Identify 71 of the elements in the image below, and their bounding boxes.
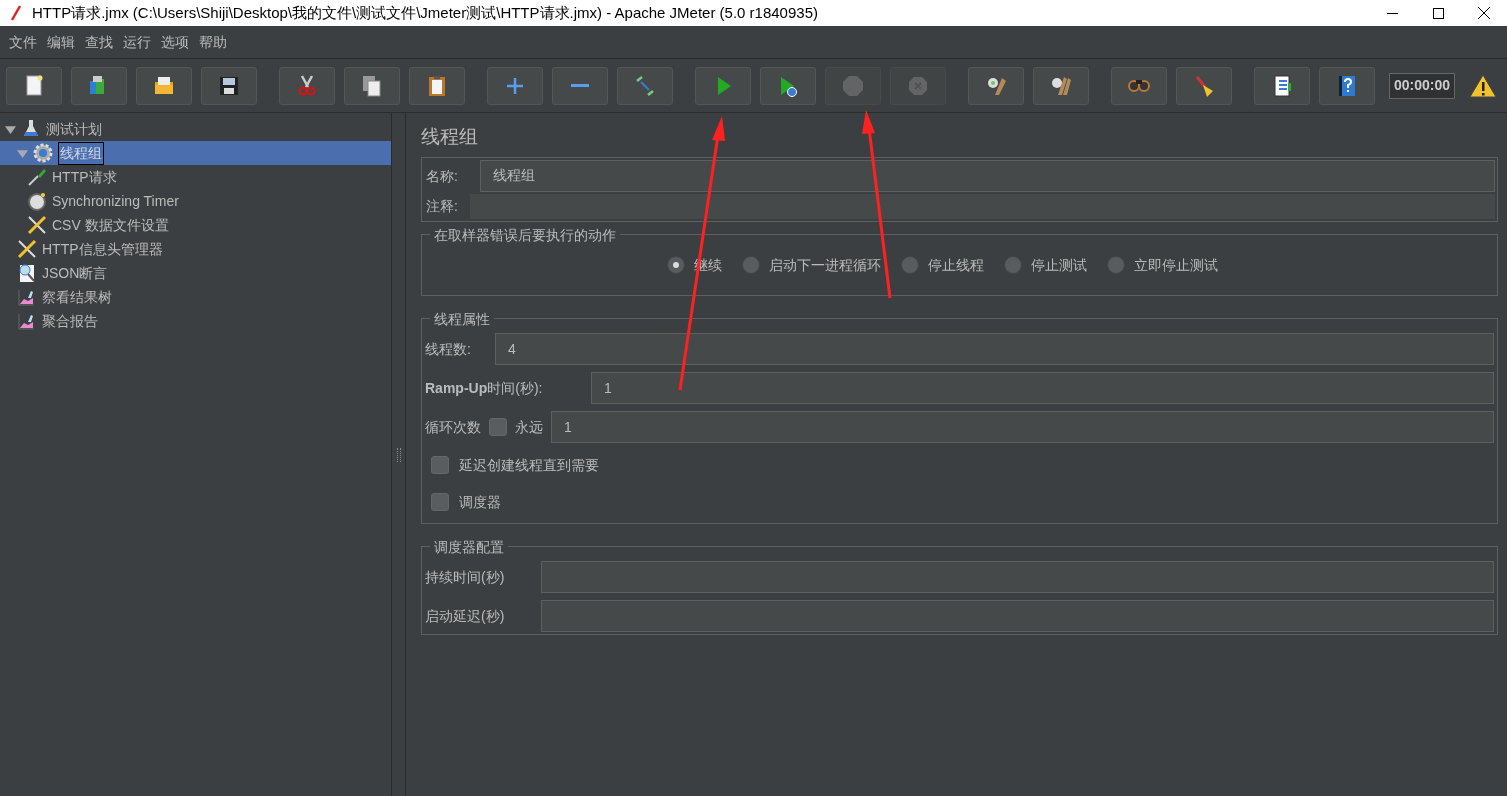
field-label: 名称:: [425, 166, 459, 186]
radio-button[interactable]: [1004, 256, 1022, 274]
field-label: 循环次数: [425, 417, 481, 437]
toolbar-button[interactable]: [1319, 66, 1375, 105]
wrench-icon: [16, 238, 38, 260]
radio-label: 立即停止测试: [1134, 255, 1218, 275]
expand-arrow-icon[interactable]: [16, 147, 28, 159]
toolbar-button[interactable]: [968, 66, 1024, 105]
magnifier-icon: [16, 262, 38, 284]
minus-icon: [571, 84, 589, 87]
menu-item[interactable]: 文件: [4, 31, 42, 53]
radio-label: 停止测试: [1031, 255, 1087, 275]
toolbar-button[interactable]: [1033, 66, 1089, 105]
stopwatch-icon: [26, 190, 48, 212]
toolbar-button[interactable]: [201, 66, 257, 105]
elapsed-timer: 00:00:00: [1389, 72, 1456, 99]
tree-item[interactable]: 察看结果树: [42, 286, 112, 308]
checkbox-label: 延迟创建线程直到需要: [459, 455, 599, 475]
tree-item[interactable]: JSON断言: [42, 262, 108, 284]
checkbox-label: 调度器: [459, 492, 501, 512]
panel-title: 线程组: [421, 125, 479, 149]
tree-item[interactable]: 测试计划: [46, 118, 102, 140]
pipette-icon: [26, 166, 48, 188]
field-label: 持续时间(秒): [425, 567, 506, 587]
threads-field[interactable]: 4: [495, 333, 1494, 365]
feather-icon: [8, 5, 24, 21]
wrench-icon: [26, 214, 48, 236]
field-label: 线程数:: [425, 339, 472, 359]
toolbar-button[interactable]: [409, 66, 465, 105]
menu-item[interactable]: 运行: [118, 31, 156, 53]
menu-item[interactable]: 查找: [80, 31, 118, 53]
field-label: 启动延迟(秒): [425, 606, 506, 626]
gear-icon: [32, 142, 54, 164]
menu-item[interactable]: 编辑: [42, 31, 80, 53]
menu-item[interactable]: 选项: [156, 31, 194, 53]
radio-label: 启动下一进程循环: [769, 255, 881, 275]
rampup-field[interactable]: 1: [591, 372, 1494, 404]
checkbox-label: 永远: [515, 417, 543, 437]
radio-button[interactable]: [742, 256, 760, 274]
checkbox[interactable]: [431, 493, 449, 511]
toolbar-button[interactable]: [1254, 66, 1310, 105]
radio-label: 停止线程: [928, 255, 984, 275]
expand-arrow-icon[interactable]: [4, 123, 16, 135]
toolbar-button[interactable]: [71, 66, 127, 105]
field-label: Ramp-Up时间(秒):: [425, 378, 544, 398]
name-field[interactable]: 线程组: [480, 160, 1495, 192]
toolbar-button[interactable]: [344, 66, 400, 105]
tree-item[interactable]: 聚合报告: [42, 310, 98, 332]
field-label: 注释:: [425, 197, 459, 216]
radio-button[interactable]: [1107, 256, 1125, 274]
checkbox[interactable]: [489, 418, 507, 436]
selected-row[interactable]: 线程组: [0, 141, 391, 165]
tree-item[interactable]: CSV 数据文件设置: [52, 214, 169, 236]
radio-button[interactable]: [901, 256, 919, 274]
loops-field[interactable]: 1: [551, 411, 1494, 443]
group-legend: 在取样器错误后要执行的动作: [430, 225, 620, 246]
radio-button[interactable]: [667, 256, 685, 274]
toolbar-button[interactable]: [136, 66, 192, 105]
comment-field[interactable]: [470, 194, 1495, 219]
tree-item[interactable]: HTTP信息头管理器: [42, 238, 163, 260]
startup-delay-field[interactable]: [541, 600, 1494, 632]
binoculars-icon: [1128, 79, 1150, 92]
tree-item[interactable]: Synchronizing Timer: [52, 190, 179, 212]
duration-field[interactable]: [541, 561, 1494, 593]
menu-item[interactable]: 帮助: [194, 31, 232, 53]
tree-item[interactable]: HTTP请求: [52, 166, 117, 188]
checkbox[interactable]: [431, 456, 449, 474]
window-title: HTTP请求.jmx (C:\Users\Shiji\Desktop\我的文件\测试文件\Jmeter测试\HTTP请求.jmx) - Apache JMeter (5.0 r1840935): [32, 2, 818, 23]
tree-item[interactable]: 线程组: [58, 141, 104, 165]
toolbar-button[interactable]: [6, 66, 62, 105]
warning-icon[interactable]: [1469, 72, 1498, 99]
